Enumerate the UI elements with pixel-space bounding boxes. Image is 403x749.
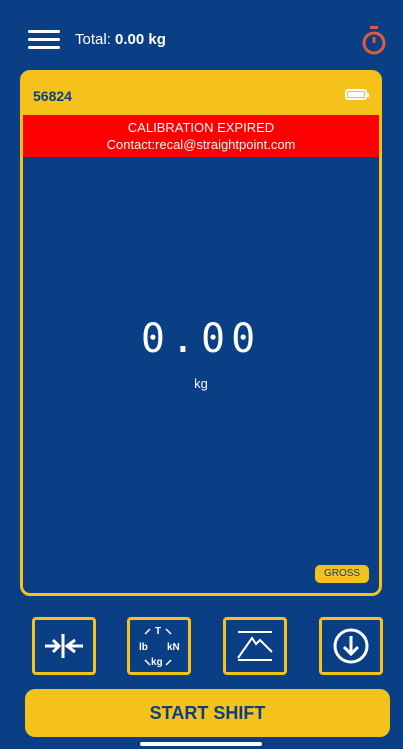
- total-value: 0.00 kg: [115, 31, 166, 48]
- download-button[interactable]: [319, 617, 383, 675]
- battery-icon: [345, 89, 369, 100]
- unit-switch-button[interactable]: T lb kN kg: [127, 617, 191, 675]
- download-icon: [333, 628, 369, 664]
- tare-button[interactable]: [32, 617, 96, 675]
- unit-kn: kN: [167, 642, 180, 653]
- hamburger-icon[interactable]: [28, 30, 60, 50]
- device-id: 56824: [33, 88, 72, 104]
- calibration-alert: CALIBRATION EXPIRED Contact:recal@straig…: [23, 115, 379, 157]
- weight-unit: kg: [194, 376, 208, 391]
- unit-lb: lb: [139, 642, 148, 653]
- tare-icon: [45, 634, 83, 658]
- load-cell-card: 56824 CALIBRATION EXPIRED Contact:recal@…: [20, 70, 382, 596]
- unit-kg: kg: [151, 657, 163, 668]
- alert-contact: Contact:recal@straightpoint.com: [106, 137, 296, 152]
- weight-reading: 0.00: [140, 316, 262, 362]
- start-shift-button[interactable]: START SHIFT: [25, 689, 390, 737]
- top-bar: Total: 0.00 kg: [0, 0, 403, 70]
- card-header: 56824: [23, 73, 379, 115]
- stopwatch-icon[interactable]: [360, 25, 388, 57]
- unit-switch-icon: T lb kN kg: [139, 626, 180, 668]
- total-readout: Total: 0.00 kg: [75, 31, 166, 48]
- total-label: Total:: [75, 31, 111, 48]
- unit-t: T: [155, 626, 161, 637]
- home-indicator: [140, 742, 262, 746]
- alert-title: CALIBRATION EXPIRED: [127, 120, 275, 135]
- peak-hold-icon: [237, 631, 273, 661]
- peak-hold-button[interactable]: [223, 617, 287, 675]
- gross-button[interactable]: GROSS: [315, 565, 369, 583]
